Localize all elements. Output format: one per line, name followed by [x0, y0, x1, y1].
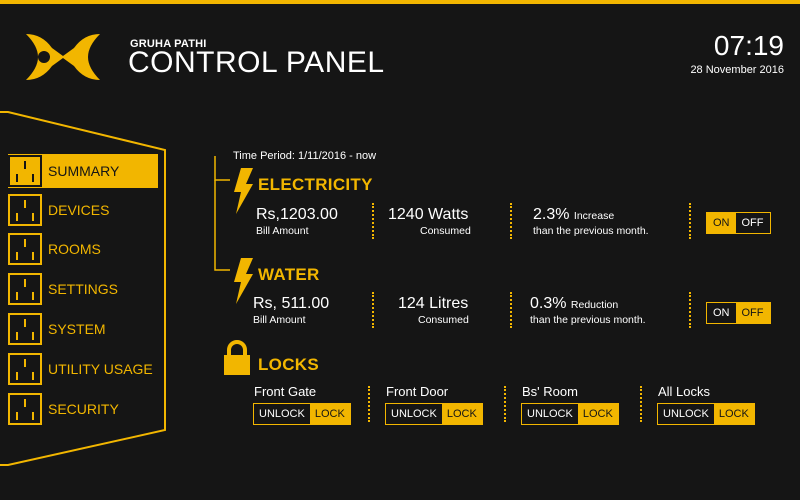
- water-consumed-value: 124 Litres: [398, 295, 469, 312]
- lock-name: Front Gate: [254, 384, 317, 399]
- lock-button[interactable]: LOCK: [713, 404, 754, 424]
- lock-button[interactable]: LOCK: [577, 404, 618, 424]
- outlet-icon: [8, 313, 42, 345]
- water-change-desc: than the previous month.: [530, 314, 646, 326]
- electricity-title: ELECTRICITY: [258, 175, 373, 194]
- top-accent-bar: [0, 0, 800, 4]
- unlock-button[interactable]: UNLOCK: [386, 404, 442, 424]
- lock-control-front-door[interactable]: UNLOCK LOCK: [385, 403, 483, 425]
- divider: [504, 386, 508, 422]
- electricity-change: 2.3% Increase: [533, 206, 614, 224]
- divider: [510, 292, 514, 328]
- lock-control-front-gate[interactable]: UNLOCK LOCK: [253, 403, 351, 425]
- outlet-icon: [8, 233, 42, 265]
- electricity-consumed-label: Consumed: [420, 225, 471, 237]
- lock-button[interactable]: LOCK: [309, 404, 350, 424]
- outlet-icon: [8, 273, 42, 305]
- sidebar-item-label: SUMMARY: [48, 163, 120, 179]
- sidebar-item-label: ROOMS: [48, 241, 101, 257]
- divider: [372, 292, 376, 328]
- lock-name: Bs' Room: [522, 384, 578, 399]
- clock-date: 28 November 2016: [690, 64, 784, 76]
- unlock-button[interactable]: UNLOCK: [522, 404, 578, 424]
- divider: [372, 203, 376, 239]
- divider: [689, 292, 693, 328]
- water-bill-value: Rs, 511.00: [253, 295, 330, 312]
- sidebar-item-label: SYSTEM: [48, 321, 106, 337]
- sidebar-item-label: SECURITY: [48, 401, 119, 417]
- logo-icon: [26, 34, 100, 80]
- lock-button[interactable]: LOCK: [441, 404, 482, 424]
- sidebar-item-security[interactable]: SECURITY: [8, 392, 158, 426]
- time-period: Time Period: 1/11/2016 - now: [233, 150, 377, 162]
- water-consumed-label: Consumed: [418, 314, 469, 326]
- sidebar-item-label: DEVICES: [48, 202, 110, 218]
- outlet-icon: [8, 393, 42, 425]
- electricity-change-pct: 2.3%: [533, 206, 570, 223]
- lock-name: All Locks: [658, 384, 711, 399]
- sidebar-item-system[interactable]: SYSTEM: [8, 312, 158, 346]
- sidebar-item-rooms[interactable]: ROOMS: [8, 232, 158, 266]
- water-bill-label: Bill Amount: [253, 314, 306, 326]
- sidebar-item-devices[interactable]: DEVICES: [8, 193, 158, 227]
- page-title: CONTROL PANEL: [128, 46, 385, 79]
- outlet-icon: [8, 194, 42, 226]
- electricity-bill-label: Bill Amount: [256, 225, 309, 237]
- padlock-icon: [224, 340, 250, 375]
- outlet-icon: [8, 155, 42, 187]
- divider: [368, 386, 372, 422]
- water-toggle[interactable]: ON OFF: [706, 302, 771, 324]
- sidebar-item-utility-usage[interactable]: UTILITY USAGE: [8, 352, 158, 386]
- lock-name: Front Door: [386, 384, 449, 399]
- outlet-icon: [8, 353, 42, 385]
- electricity-change-desc: than the previous month.: [533, 225, 649, 237]
- lightning-icon: [234, 168, 253, 214]
- sidebar-item-settings[interactable]: SETTINGS: [8, 272, 158, 306]
- water-off-button[interactable]: OFF: [735, 303, 770, 323]
- electricity-consumed-value: 1240 Watts: [388, 206, 469, 223]
- lock-control-all-locks[interactable]: UNLOCK LOCK: [657, 403, 755, 425]
- water-change: 0.3% Reduction: [530, 295, 618, 313]
- lock-control-bs-room[interactable]: UNLOCK LOCK: [521, 403, 619, 425]
- divider: [510, 203, 514, 239]
- clock-time: 07:19: [713, 30, 784, 61]
- water-change-word: Reduction: [570, 299, 619, 311]
- water-on-button[interactable]: ON: [707, 303, 736, 323]
- divider: [640, 386, 644, 422]
- water-title: WATER: [258, 265, 320, 284]
- sidebar-item-summary[interactable]: SUMMARY: [8, 154, 158, 188]
- electricity-change-word: Increase: [573, 210, 615, 222]
- electricity-bill-value: Rs,1203.00: [256, 206, 338, 223]
- electricity-toggle[interactable]: ON OFF: [706, 212, 771, 234]
- water-change-pct: 0.3%: [530, 295, 567, 312]
- sidebar-item-label: UTILITY USAGE: [48, 361, 153, 377]
- sidebar-item-label: SETTINGS: [48, 281, 119, 297]
- unlock-button[interactable]: UNLOCK: [658, 404, 714, 424]
- locks-title: LOCKS: [258, 355, 319, 374]
- electricity-on-button[interactable]: ON: [707, 213, 736, 233]
- unlock-button[interactable]: UNLOCK: [254, 404, 310, 424]
- divider: [689, 203, 693, 239]
- lightning-icon: [234, 258, 253, 304]
- electricity-off-button[interactable]: OFF: [735, 213, 770, 233]
